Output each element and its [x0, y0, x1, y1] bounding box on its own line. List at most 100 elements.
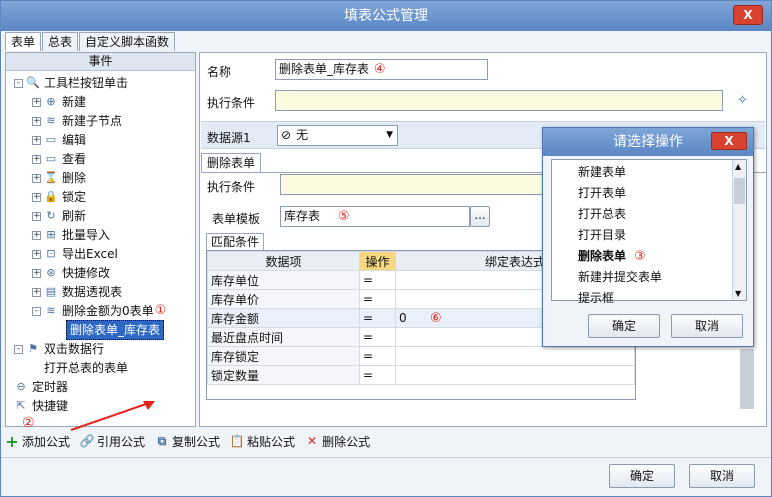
tree-node[interactable]: - ⚑ 双击数据行 [14, 340, 104, 358]
toolbar-button[interactable]: 📋 粘贴公式 [230, 433, 295, 450]
tree-node-label: 新建 [62, 95, 87, 109]
tab-custom-script[interactable]: 自定义脚本函数 [79, 32, 176, 51]
template-input[interactable]: 库存表 ⑤ [280, 206, 470, 227]
table-cell[interactable] [395, 346, 635, 366]
operation-list-item[interactable]: 打开表单 [578, 183, 626, 204]
tree-node[interactable]: 打开总表的表单 [32, 359, 128, 377]
dialog-close-button[interactable]: X [711, 132, 747, 150]
list-scrollbar[interactable]: ▲ ▼ [732, 160, 746, 300]
toolbar-button-label: 复制公式 [172, 434, 221, 449]
tree-node[interactable]: + ⌛ 删除 [32, 169, 86, 187]
expand-icon[interactable]: + [32, 97, 41, 107]
table-cell[interactable]: 最近盘点时间 [207, 327, 360, 347]
toolbar-button[interactable]: 🔗 引用公式 [80, 433, 145, 450]
operation-list-item[interactable]: 打开目录 [578, 225, 626, 246]
tree-node-label: 定时器 [32, 380, 69, 394]
expand-icon[interactable]: + [32, 154, 41, 164]
operation-list-item[interactable]: 提示框 [578, 288, 614, 309]
scroll-down-icon[interactable]: ▼ [735, 289, 741, 298]
toolbar-button[interactable]: + 添加公式 [5, 432, 71, 451]
collapse-icon[interactable]: - [32, 306, 41, 316]
tree-node[interactable]: + ⊕ 新建 [32, 93, 86, 111]
col-header-item[interactable]: 数据项 [207, 251, 360, 271]
scroll-thumb[interactable] [734, 178, 745, 204]
tree-node[interactable]: + ▤ 数据透视表 [32, 283, 122, 301]
ok-button[interactable]: 确定 [609, 464, 675, 488]
toolbar-button-label: 粘贴公式 [247, 434, 296, 449]
dialog-ok-button[interactable]: 确定 [588, 314, 660, 338]
datasource-label: 数据源1 [207, 131, 251, 145]
tree-node[interactable]: + ⊡ 导出Excel [32, 245, 118, 263]
expand-icon[interactable]: + [32, 116, 41, 126]
operation-list-item[interactable]: 打开总表 [578, 204, 626, 225]
expand-icon[interactable]: + [32, 192, 41, 202]
condition-label: 执行条件 [207, 96, 256, 110]
cancel-button[interactable]: 取消 [689, 464, 755, 488]
expand-icon[interactable]: + [32, 211, 41, 221]
table-cell[interactable]: = [359, 365, 396, 385]
toolbar-button[interactable]: ✕ 删除公式 [305, 433, 370, 450]
operation-list-item[interactable]: 新建并提交表单 [578, 267, 662, 288]
tree-node[interactable]: + ≋ 新建子节点 [32, 112, 122, 130]
tree-node-icon: ⊞ [46, 228, 56, 241]
sub-condition-input[interactable] [280, 174, 545, 195]
tab-summary[interactable]: 总表 [42, 32, 79, 51]
close-button[interactable]: X [733, 5, 763, 25]
table-cell[interactable]: 库存单价 [207, 289, 360, 309]
expand-icon[interactable]: + [32, 135, 41, 145]
tree-node[interactable]: ⊖ 定时器 [14, 378, 68, 396]
col-header-op[interactable]: 操作 [359, 251, 396, 271]
tree-node[interactable]: - ≋ 删除金额为0表单 ① [32, 302, 166, 320]
table-cell[interactable]: 库存单位 [207, 270, 360, 290]
link-icon: 🔗 [79, 434, 95, 448]
expand-icon[interactable]: + [32, 249, 41, 259]
match-tab[interactable]: 匹配条件 [206, 233, 265, 251]
table-row[interactable]: 锁定数量 = [207, 365, 635, 385]
tree-node[interactable]: 删除表单_库存表 [66, 320, 165, 340]
operation-label: 删除表单 [578, 249, 627, 263]
expand-icon[interactable]: + [32, 287, 41, 297]
toolbar-button[interactable]: ⧉ 复制公式 [155, 433, 220, 450]
tree-node-label: 删除 [62, 171, 87, 185]
table-cell[interactable]: = [359, 327, 396, 347]
scroll-up-icon[interactable]: ▲ [735, 162, 741, 171]
subtab-delete-form[interactable]: 删除表单 [201, 153, 262, 173]
collapse-icon[interactable]: - [14, 344, 23, 354]
condition-input[interactable] [275, 90, 723, 111]
tree-node[interactable]: + ⊛ 快捷修改 [32, 264, 110, 282]
toolbar-button-label: 添加公式 [22, 434, 71, 449]
tree-node[interactable]: + ↻ 刷新 [32, 207, 86, 225]
table-cell[interactable]: 库存锁定 [207, 346, 360, 366]
operation-list-item[interactable]: 新建表单 [578, 162, 626, 183]
expand-icon[interactable]: + [32, 268, 41, 278]
title-bar: 填表公式管理 X [1, 1, 771, 31]
callout-5: ⑤ [337, 209, 350, 224]
table-cell[interactable] [395, 365, 635, 385]
expand-icon[interactable]: + [32, 230, 41, 240]
wand-icon[interactable]: ✧ [737, 93, 748, 108]
select-operation-dialog: 请选择操作 X ▲ ▼ 新建表单 打开表单 打开总表 打开目录 删除表单 ③ 新建并提交表单… [542, 127, 754, 347]
grid-scrollbar[interactable] [740, 349, 754, 409]
tree-node[interactable]: + ▭ 查看 [32, 150, 86, 168]
browse-button[interactable]: ... [470, 206, 490, 227]
tree-node[interactable]: + 🔒 锁定 [32, 188, 86, 206]
table-cell[interactable]: 锁定数量 [207, 365, 360, 385]
name-input[interactable]: 删除表单_库存表 ④ [275, 59, 488, 80]
table-cell[interactable]: = [359, 308, 396, 328]
name-value: 删除表单_库存表 [279, 62, 370, 76]
table-cell[interactable]: 库存金额 [207, 308, 360, 328]
operation-list-item[interactable]: 删除表单 ③ [578, 246, 646, 267]
tree-node-label: 快捷修改 [62, 266, 111, 280]
dialog-cancel-button[interactable]: 取消 [671, 314, 743, 338]
datasource-select[interactable]: ⊘ 无 ▼ [277, 125, 398, 146]
table-cell[interactable]: = [359, 270, 396, 290]
expand-icon[interactable]: + [32, 173, 41, 183]
tree-node[interactable]: + ⊞ 批量导入 [32, 226, 110, 244]
table-cell[interactable]: = [359, 346, 396, 366]
collapse-icon[interactable]: - [14, 78, 23, 88]
tree-node[interactable]: - 🔍 工具栏按钮单击 [14, 74, 128, 92]
tab-form[interactable]: 表单 [5, 32, 42, 51]
table-cell[interactable]: = [359, 289, 396, 309]
table-row[interactable]: 库存锁定 = [207, 346, 635, 366]
tree-node[interactable]: + ▭ 编辑 [32, 131, 86, 149]
